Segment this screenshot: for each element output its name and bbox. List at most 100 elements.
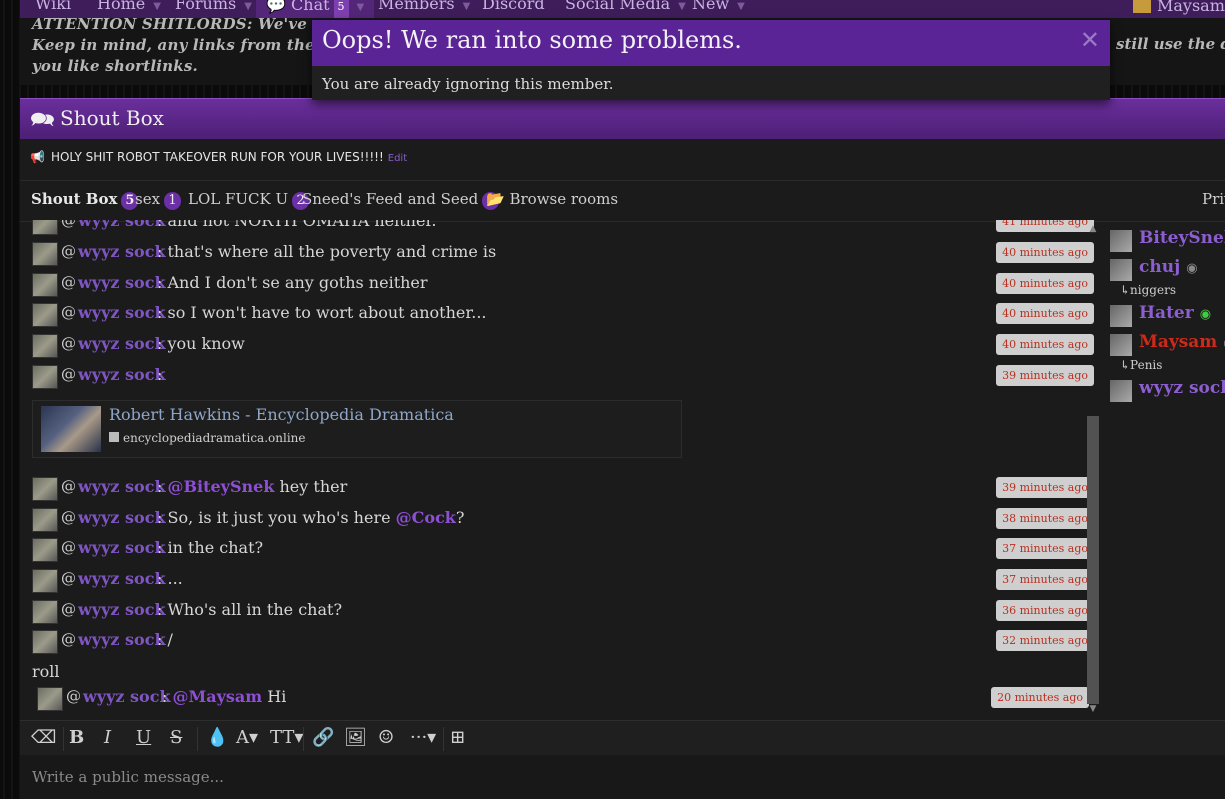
message-continuation: roll <box>32 662 60 681</box>
username[interactable]: wyyz sock <box>78 242 166 261</box>
link-preview-title[interactable]: Robert Hawkins - Encyclopedia Dramatica <box>109 405 454 424</box>
shoutbox-header: 🗪 Shout Box <box>20 98 1225 139</box>
chevron-down-icon: ▼ <box>678 1 686 12</box>
announcement-edit-link[interactable]: Edit <box>388 153 407 164</box>
font-family-icon[interactable]: A▾ <box>236 727 258 748</box>
username[interactable]: wyyz sock <box>78 273 166 292</box>
bold-icon[interactable]: B <box>69 727 84 748</box>
close-icon[interactable]: ✕ <box>1080 26 1100 54</box>
tab-lol-fuck-u[interactable]: LOL FUCK U2 <box>188 190 310 210</box>
status-icon: ◉ <box>1186 261 1198 276</box>
nav-wiki[interactable]: Wiki <box>35 0 71 13</box>
username[interactable]: wyyz sock <box>78 365 166 384</box>
username[interactable]: wyyz sock <box>78 303 166 322</box>
error-popup: Oops! We ran into some problems. ✕ You a… <box>312 20 1110 100</box>
message-text: : that's where all the poverty and crime… <box>157 242 497 261</box>
nav-discord[interactable]: Discord <box>482 0 545 13</box>
avatar[interactable] <box>32 538 58 562</box>
notice-right-fragment: still use the dr <box>1116 35 1225 53</box>
avatar[interactable] <box>32 242 58 266</box>
list-item: @ wyyz sock: /32 minutes ago <box>32 630 1094 654</box>
username[interactable]: wyyz sock <box>78 569 166 588</box>
list-item: @ wyyz sock: Who's all in the chat? 36 min… <box>32 600 1094 624</box>
avatar[interactable] <box>32 273 58 297</box>
avatar[interactable] <box>32 365 58 389</box>
avatar[interactable] <box>32 334 58 358</box>
strikethrough-icon[interactable]: S <box>170 727 182 748</box>
font-size-icon[interactable]: TT▾ <box>270 727 303 748</box>
username[interactable]: wyyz sock <box>78 538 166 557</box>
chevron-down-icon: ▼ <box>153 1 161 12</box>
nav-forums[interactable]: Forums ▼ <box>175 0 252 13</box>
editor-toolbar: ⌫ B I U S 💧 A▾ TT▾ 🔗 🖼 ☺ ···▾ ⊞ <box>20 720 1225 755</box>
nav-members[interactable]: Members ▼ <box>378 0 470 13</box>
link-preview[interactable]: Robert Hawkins - Encyclopedia Dramatica … <box>32 400 682 458</box>
message-text: : And I don't se any goths neither <box>157 273 428 292</box>
tab-private[interactable]: Priv <box>1202 190 1225 208</box>
scroll-down-arrow-icon[interactable]: ▼ <box>1086 704 1100 716</box>
browse-rooms-button[interactable]: 📂 Browse rooms <box>486 190 618 208</box>
username[interactable]: wyyz sock <box>78 477 166 496</box>
mention-link[interactable]: @Cock <box>396 508 456 527</box>
avatar[interactable] <box>37 687 63 711</box>
tab-shout-box[interactable]: Shout Box 5 <box>31 190 139 210</box>
message-input[interactable] <box>30 763 1214 791</box>
message-list: @ wyyz sock: and not NORTH OMAHA neither.… <box>20 220 1100 716</box>
username[interactable]: wyyz sock <box>78 220 166 230</box>
underline-icon[interactable]: U <box>136 727 151 748</box>
nav-new[interactable]: New ▼ <box>692 0 745 13</box>
smilie-icon[interactable]: ☺ <box>378 727 394 748</box>
timestamp: 32 minutes ago <box>996 630 1094 651</box>
scrollbar-thumb[interactable] <box>1087 416 1099 704</box>
username[interactable]: wyyz sock <box>78 334 166 353</box>
nav-home[interactable]: Home ▼ <box>97 0 161 13</box>
message-text: : and not NORTH OMAHA neither. <box>157 220 437 230</box>
composer <box>20 755 1225 799</box>
eraser-icon[interactable]: ⌫ <box>31 727 56 748</box>
avatar[interactable] <box>32 477 58 501</box>
shoutbox-title: Shout Box <box>60 106 164 130</box>
avatar[interactable] <box>32 303 58 327</box>
scroll-up-arrow-icon[interactable]: ▲ <box>1086 224 1100 236</box>
username[interactable]: wyyz sock <box>83 687 171 706</box>
italic-icon[interactable]: I <box>104 727 111 748</box>
message-text: : Who's all in the chat? <box>157 600 343 619</box>
error-popup-message: You are already ignoring this member. <box>322 75 614 93</box>
avatar[interactable] <box>32 600 58 624</box>
mention-link[interactable]: @Maysam <box>172 687 262 706</box>
color-drop-icon[interactable]: 💧 <box>206 727 228 748</box>
avatar <box>1110 230 1132 252</box>
error-popup-header: Oops! We ran into some problems. ✕ <box>312 20 1110 66</box>
avatar <box>1110 334 1132 356</box>
message-text: : so I won't have to wort about another.… <box>157 303 487 322</box>
table-icon[interactable]: ⊞ <box>450 727 465 748</box>
tab-sex[interactable]: sex 1 <box>135 190 182 210</box>
timestamp: 36 minutes ago <box>996 600 1094 621</box>
username[interactable]: wyyz sock <box>78 508 166 527</box>
avatar[interactable] <box>32 220 58 235</box>
username[interactable]: wyyz sock <box>78 630 166 649</box>
timestamp: 40 minutes ago <box>996 334 1094 355</box>
tab-sneeds-feed[interactable]: Sneed's Feed and Seed 1 <box>302 190 500 210</box>
link-icon[interactable]: 🔗 <box>312 727 334 748</box>
timestamp: 40 minutes ago <box>996 303 1094 324</box>
current-user-menu[interactable]: Maysam <box>1133 0 1225 15</box>
favicon-icon <box>109 432 119 442</box>
more-options-icon[interactable]: ···▾ <box>410 727 436 748</box>
list-item: @ wyyz sock: and not NORTH OMAHA neither.… <box>32 220 1094 235</box>
mention-link[interactable]: @BiteySnek <box>167 477 274 496</box>
image-icon[interactable]: 🖼 <box>344 727 367 748</box>
avatar[interactable] <box>32 630 58 654</box>
list-item: @ wyyz sock:39 minutes ago <box>32 365 1094 389</box>
avatar[interactable] <box>32 508 58 532</box>
username[interactable]: wyyz sock <box>78 600 166 619</box>
shoutbox: 🗪 Shout Box 📢 HOLY SHIT ROBOT TAKEOVER RU… <box>20 98 1225 799</box>
avatar[interactable] <box>32 569 58 593</box>
room-tabs: Shout Box 5 sex 1 LOL FUCK U2 Sneed's Feed… <box>20 180 1225 222</box>
message-scrollbar[interactable]: ▲ ▼ <box>1086 220 1100 716</box>
timestamp: 20 minutes ago <box>991 687 1089 708</box>
tab-count-badge: 1 <box>164 192 182 210</box>
nav-social-media[interactable]: Social Media ▼ <box>565 0 686 13</box>
message-text: : <box>157 365 163 384</box>
list-item: @ wyyz sock: And I don't se any goths nei… <box>32 273 1094 297</box>
